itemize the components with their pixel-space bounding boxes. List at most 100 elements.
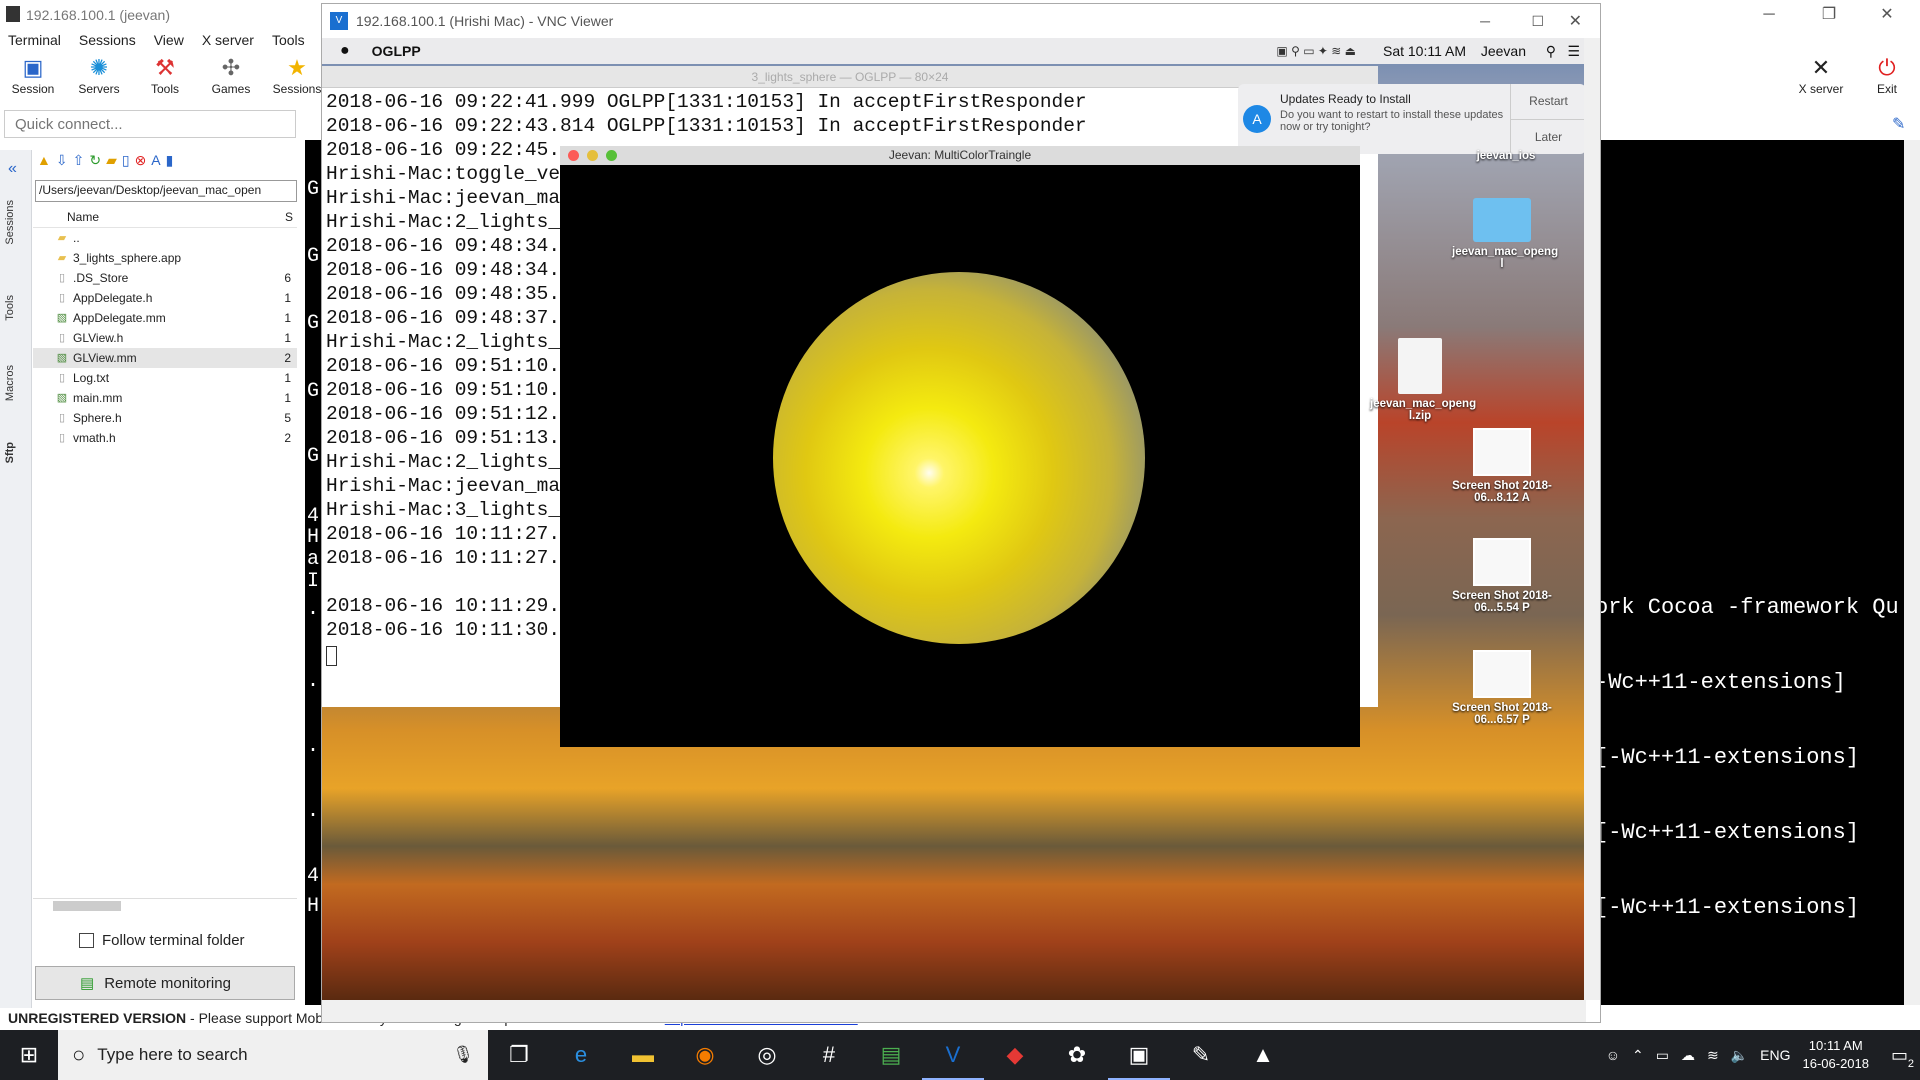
start-button[interactable]: ⊞ <box>0 1030 58 1080</box>
apple-icon[interactable]: ● <box>340 42 350 60</box>
notepad-icon[interactable]: ▤ <box>860 1030 922 1080</box>
desktop-icon[interactable]: jeevan_mac_openg l <box>1452 198 1558 270</box>
mac-desktop: ● OGLPP ▣ ⚲ ▭ ✦ ≋ ⏏ Sat 10:11 AM Jeevan … <box>322 38 1586 1000</box>
wifi-icon[interactable]: ≋ <box>1707 1047 1719 1064</box>
minimize-button[interactable]: ─ <box>1746 0 1792 30</box>
gl-close-button[interactable] <box>568 150 579 161</box>
taskbar-search[interactable]: ○ Type here to search 🎙 <box>58 1030 488 1080</box>
file-row[interactable]: ▰ 3_lights_sphere.app <box>33 248 297 268</box>
maximize-button[interactable]: ❐ <box>1806 0 1852 30</box>
desktop-icon[interactable]: Screen Shot 2018-06...8.12 A <box>1452 428 1552 504</box>
file-row[interactable]: ▰.. <box>33 228 297 248</box>
slack-icon[interactable]: # <box>798 1030 860 1080</box>
paint-icon[interactable]: ✎ <box>1170 1030 1232 1080</box>
file-name: AppDelegate.h <box>73 291 153 305</box>
x-server-button[interactable]: ✕ X server <box>1788 54 1854 96</box>
vnc-minimize-button[interactable]: ─ <box>1480 13 1490 29</box>
vnc-viewer-icon[interactable]: V <box>922 1030 984 1080</box>
gimp-icon[interactable]: ✿ <box>1046 1030 1108 1080</box>
desktop-icon[interactable]: jeevan_mac_openg l.zip <box>1370 338 1476 422</box>
media-icon[interactable]: ◎ <box>736 1030 798 1080</box>
mac-clock[interactable]: Sat 10:11 AM <box>1383 43 1466 59</box>
download-icon[interactable]: ⇩ <box>56 152 68 174</box>
vnc-close-button[interactable]: ✕ <box>1569 11 1582 31</box>
photos-icon[interactable]: ▲ <box>1232 1030 1294 1080</box>
menu-tools[interactable]: Tools <box>264 30 315 52</box>
later-button[interactable]: Later <box>1511 120 1586 155</box>
file-row[interactable]: ▧ GLView.mm 2 <box>33 348 297 368</box>
menu-view[interactable]: View <box>146 30 194 52</box>
parent-folder-icon[interactable]: ▲ <box>37 152 51 174</box>
onedrive-icon[interactable]: ☁ <box>1681 1047 1695 1064</box>
mobaxterm-icon[interactable]: ▣ <box>1108 1030 1170 1080</box>
edge-icon[interactable]: e <box>550 1030 612 1080</box>
games-button[interactable]: ✣ Games <box>198 54 264 106</box>
desktop-icon[interactable]: Screen Shot 2018-06...6.57 P <box>1452 650 1552 726</box>
spotlight-icon[interactable]: ⚲ <box>1546 43 1556 60</box>
file-row[interactable]: ▧ main.mm 1 <box>33 388 297 408</box>
col-size[interactable]: S <box>285 210 293 224</box>
tools-button[interactable]: ⚒ Tools <box>132 54 198 106</box>
mac-app-name[interactable]: OGLPP <box>372 43 421 59</box>
session-button[interactable]: ▣ Session <box>0 54 66 106</box>
file-row[interactable]: ▯ .DS_Store 6 <box>33 268 297 288</box>
desktop-icon[interactable]: Screen Shot 2018-06...5.54 P <box>1452 538 1552 614</box>
horizontal-scrollbar[interactable] <box>33 898 297 912</box>
terminal-scrollbar[interactable] <box>1904 140 1920 1005</box>
people-icon[interactable]: ☺ <box>1606 1047 1620 1063</box>
mac-user[interactable]: Jeevan <box>1481 43 1526 59</box>
tray-chevron-icon[interactable]: ⌃ <box>1632 1047 1644 1064</box>
clock[interactable]: 10:11 AM 16-06-2018 <box>1802 1037 1869 1073</box>
restart-button[interactable]: Restart <box>1511 84 1586 120</box>
delete-icon[interactable]: ⊗ <box>135 152 147 174</box>
gl-zoom-button[interactable] <box>606 150 617 161</box>
new-file-icon[interactable]: ▯ <box>122 152 130 174</box>
notification-center-icon[interactable]: ☰ <box>1567 43 1580 60</box>
menu-x-server[interactable]: X server <box>194 30 264 52</box>
paperclip-icon[interactable]: ✎ <box>1892 114 1905 134</box>
rename-icon[interactable]: A <box>151 152 160 174</box>
tab-macros[interactable]: Macros <box>4 365 16 401</box>
microphone-icon[interactable]: 🎙 <box>452 1045 474 1065</box>
quick-connect-input[interactable] <box>4 110 296 138</box>
firefox-icon[interactable]: ◉ <box>674 1030 736 1080</box>
action-center-icon[interactable]: ▭ 2 <box>1891 1045 1914 1070</box>
collapse-icon[interactable]: « <box>8 160 17 178</box>
vnc-vertical-scrollbar[interactable] <box>1584 38 1600 1000</box>
file-row[interactable]: ▯ Sphere.h 5 <box>33 408 297 428</box>
tab-sftp[interactable]: Sftp <box>4 442 16 463</box>
follow-terminal-checkbox[interactable]: Follow terminal folder <box>79 932 245 949</box>
exit-button[interactable]: ⏻ Exit <box>1854 54 1920 96</box>
checkbox-box[interactable] <box>79 933 94 948</box>
file-explorer-icon[interactable]: ▬ <box>612 1030 674 1080</box>
close-button[interactable]: ✕ <box>1864 0 1910 30</box>
gl-minimize-button[interactable] <box>587 150 598 161</box>
file-row[interactable]: ▯ vmath.h 2 <box>33 428 297 448</box>
sftp-path-input[interactable]: /Users/jeevan/Desktop/jeevan_mac_open <box>35 180 297 202</box>
volume-icon[interactable]: 🔈 <box>1731 1047 1748 1064</box>
language-indicator[interactable]: ENG <box>1760 1047 1790 1063</box>
vnc-horizontal-scrollbar[interactable] <box>322 1000 1586 1022</box>
col-name[interactable]: Name <box>67 210 99 224</box>
upload-icon[interactable]: ⇧ <box>73 152 85 174</box>
servers-button[interactable]: ✺ Servers <box>66 54 132 106</box>
opengl-window[interactable]: Jeevan: MultiColorTraingle <box>560 146 1360 747</box>
refresh-icon[interactable]: ↻ <box>89 152 101 174</box>
tab-tools[interactable]: Tools <box>4 295 16 321</box>
desktop-icon[interactable]: jeevan_ios <box>1456 150 1556 162</box>
remote-monitoring-button[interactable]: ▤ Remote monitoring <box>35 966 295 1000</box>
file-row[interactable]: ▯ AppDelegate.h 1 <box>33 288 297 308</box>
file-row[interactable]: ▯ Log.txt 1 <box>33 368 297 388</box>
file-row[interactable]: ▯ GLView.h 1 <box>33 328 297 348</box>
file-row[interactable]: ▧ AppDelegate.mm 1 <box>33 308 297 328</box>
menu-terminal[interactable]: Terminal <box>0 30 71 52</box>
permissions-icon[interactable]: ▮ <box>166 152 174 174</box>
vnc-maximize-button[interactable]: ☐ <box>1531 13 1544 30</box>
update-notification[interactable]: A Updates Ready to Install Do you want t… <box>1238 84 1586 154</box>
battery-icon[interactable]: ▭ <box>1656 1047 1669 1064</box>
tab-sessions[interactable]: Sessions <box>4 200 16 245</box>
menu-sessions[interactable]: Sessions <box>71 30 146 52</box>
task-view-icon[interactable]: ❐ <box>488 1030 550 1080</box>
git-icon[interactable]: ◆ <box>984 1030 1046 1080</box>
new-folder-icon[interactable]: ▰ <box>106 152 117 174</box>
